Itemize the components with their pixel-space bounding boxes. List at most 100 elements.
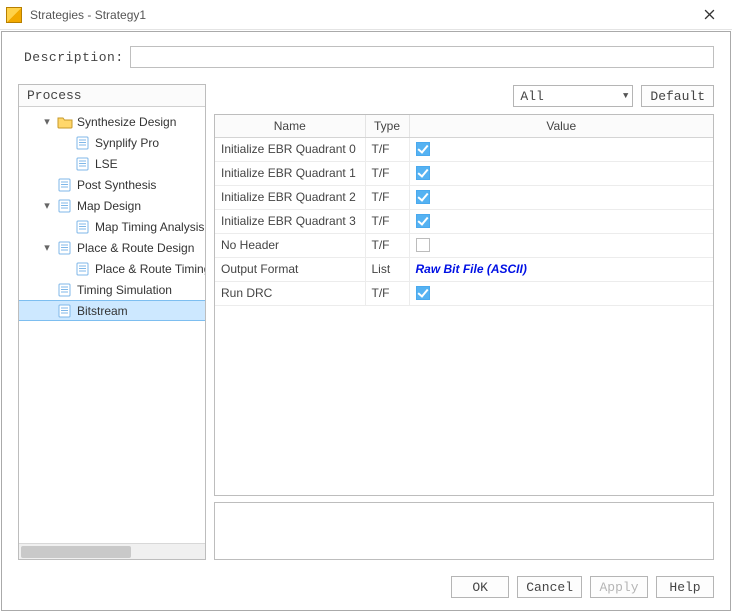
cell-type: T/F xyxy=(365,233,409,257)
checkbox[interactable] xyxy=(416,142,430,156)
chevron-down-icon: ▼ xyxy=(623,91,628,101)
process-tree[interactable]: ▾ Synthesize Design Synplify Pro LSE Post Sy… xyxy=(19,107,205,325)
scrollbar-thumb[interactable] xyxy=(21,546,131,558)
settings-panel: All ▼ Default Name Type Value xyxy=(214,84,714,560)
tree-item[interactable]: ▾ Place & Route Design xyxy=(19,237,205,258)
page-icon xyxy=(57,241,73,255)
page-icon xyxy=(57,199,73,213)
dialog-body: Description: Process ▾ Synthesize Design S… xyxy=(1,31,731,611)
table-row[interactable]: Run DRCT/F xyxy=(215,281,713,305)
page-icon xyxy=(57,178,73,192)
apply-button: Apply xyxy=(590,576,648,598)
grid-empty-area xyxy=(215,306,713,496)
help-button[interactable]: Help xyxy=(656,576,714,598)
cell-type: T/F xyxy=(365,185,409,209)
cell-value[interactable] xyxy=(409,281,713,305)
tree-item-label: Post Synthesis xyxy=(77,178,156,192)
tree-item-label: Timing Simulation xyxy=(77,283,172,297)
app-icon xyxy=(6,7,22,23)
tree-item-label: Place & Route Design xyxy=(77,241,194,255)
col-type-header[interactable]: Type xyxy=(365,115,409,137)
cell-value[interactable] xyxy=(409,161,713,185)
cell-name: Output Format xyxy=(215,257,365,281)
process-panel: Process ▾ Synthesize Design Synplify Pro LS… xyxy=(18,84,206,560)
table-row[interactable]: No HeaderT/F xyxy=(215,233,713,257)
cell-value[interactable]: Raw Bit File (ASCII) xyxy=(409,257,713,281)
page-icon xyxy=(57,304,73,318)
cell-name: Run DRC xyxy=(215,281,365,305)
cell-type: T/F xyxy=(365,209,409,233)
tree-item[interactable]: ▾ Synthesize Design xyxy=(19,111,205,132)
cell-type: T/F xyxy=(365,137,409,161)
table-row[interactable]: Initialize EBR Quadrant 2T/F xyxy=(215,185,713,209)
page-icon xyxy=(57,283,73,297)
ok-button[interactable]: OK xyxy=(451,576,509,598)
filter-row: All ▼ Default xyxy=(214,84,714,108)
description-input[interactable] xyxy=(130,46,714,68)
cell-value[interactable] xyxy=(409,137,713,161)
cell-name: No Header xyxy=(215,233,365,257)
col-name-header[interactable]: Name xyxy=(215,115,365,137)
filter-combo[interactable]: All ▼ xyxy=(513,85,633,107)
property-description-box xyxy=(214,502,714,560)
tree-item-label: Bitstream xyxy=(77,304,128,318)
checkbox[interactable] xyxy=(416,214,430,228)
tree-item-label: Synthesize Design xyxy=(77,115,176,129)
close-button[interactable] xyxy=(686,0,732,30)
cell-value[interactable] xyxy=(409,185,713,209)
table-row[interactable]: Initialize EBR Quadrant 0T/F xyxy=(215,137,713,161)
grid-header-row: Name Type Value xyxy=(215,115,713,137)
description-row: Description: xyxy=(2,32,730,78)
twisty-icon[interactable]: ▾ xyxy=(41,199,53,212)
col-value-header[interactable]: Value xyxy=(409,115,713,137)
tree-item[interactable]: Bitstream xyxy=(19,300,205,321)
page-icon xyxy=(75,136,91,150)
window-title: Strategies - Strategy1 xyxy=(30,8,686,22)
cell-value[interactable] xyxy=(409,209,713,233)
tree-horizontal-scrollbar[interactable] xyxy=(19,543,205,559)
tree-item[interactable]: Map Timing Analysis xyxy=(19,216,205,237)
cancel-button[interactable]: Cancel xyxy=(517,576,582,598)
tree-item[interactable]: Synplify Pro xyxy=(19,132,205,153)
table-row[interactable]: Initialize EBR Quadrant 1T/F xyxy=(215,161,713,185)
twisty-icon[interactable]: ▾ xyxy=(41,115,53,128)
page-icon xyxy=(75,262,91,276)
description-label: Description: xyxy=(24,50,124,65)
tree-item-label: Map Timing Analysis xyxy=(95,220,204,234)
cell-name: Initialize EBR Quadrant 3 xyxy=(215,209,365,233)
default-button[interactable]: Default xyxy=(641,85,714,107)
filter-value: All xyxy=(520,89,543,104)
dialog-footer: OK Cancel Apply Help xyxy=(2,564,730,610)
cell-name: Initialize EBR Quadrant 1 xyxy=(215,161,365,185)
value-text[interactable]: Raw Bit File (ASCII) xyxy=(416,262,527,276)
settings-grid-wrap: Name Type Value Initialize EBR Quadrant … xyxy=(214,114,714,496)
checkbox[interactable] xyxy=(416,286,430,300)
cell-type: T/F xyxy=(365,161,409,185)
tree-item[interactable]: ▾ Map Design xyxy=(19,195,205,216)
cell-name: Initialize EBR Quadrant 2 xyxy=(215,185,365,209)
close-icon xyxy=(704,9,715,20)
checkbox[interactable] xyxy=(416,190,430,204)
cell-value[interactable] xyxy=(409,233,713,257)
tree-item[interactable]: Place & Route Timing xyxy=(19,258,205,279)
tree-item[interactable]: LSE xyxy=(19,153,205,174)
tree-item-label: Map Design xyxy=(77,199,141,213)
tree-item-label: LSE xyxy=(95,157,118,171)
cell-type: T/F xyxy=(365,281,409,305)
checkbox[interactable] xyxy=(416,238,430,252)
tree-item[interactable]: Timing Simulation xyxy=(19,279,205,300)
process-header: Process xyxy=(19,85,205,107)
tree-item[interactable]: Post Synthesis xyxy=(19,174,205,195)
twisty-icon[interactable]: ▾ xyxy=(41,241,53,254)
folder-icon xyxy=(57,115,73,129)
cell-type: List xyxy=(365,257,409,281)
settings-grid[interactable]: Name Type Value Initialize EBR Quadrant … xyxy=(215,115,713,306)
titlebar: Strategies - Strategy1 xyxy=(0,0,732,30)
table-row[interactable]: Output FormatList Raw Bit File (ASCII) xyxy=(215,257,713,281)
table-row[interactable]: Initialize EBR Quadrant 3T/F xyxy=(215,209,713,233)
tree-item-label: Place & Route Timing xyxy=(95,262,205,276)
checkbox[interactable] xyxy=(416,166,430,180)
page-icon xyxy=(75,157,91,171)
cell-name: Initialize EBR Quadrant 0 xyxy=(215,137,365,161)
process-tree-wrap: ▾ Synthesize Design Synplify Pro LSE Post Sy… xyxy=(19,107,205,543)
